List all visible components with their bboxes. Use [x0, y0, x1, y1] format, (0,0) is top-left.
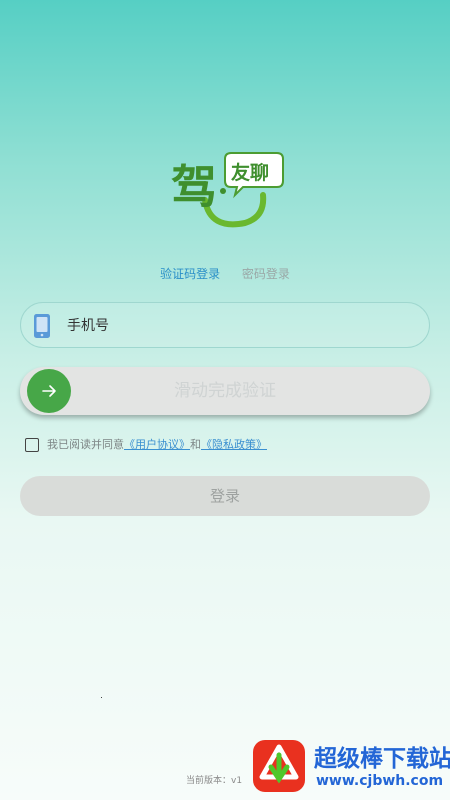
- version-label: 当前版本：v1: [186, 776, 243, 786]
- watermark-url: www.cjbwh.com: [316, 773, 444, 789]
- tab-sms-code-login[interactable]: 验证码登录: [160, 265, 220, 282]
- watermark-title: 超级棒下载站: [314, 746, 450, 772]
- privacy-policy-link[interactable]: 《隐私政策》: [201, 438, 267, 451]
- slide-verification: 滑动完成验证: [20, 367, 430, 415]
- arrow-right-icon: [42, 385, 56, 397]
- slide-verification-label: 滑动完成验证: [174, 381, 276, 401]
- divider-dot: [101, 697, 102, 698]
- slider-handle[interactable]: [27, 369, 71, 413]
- tab-password-login[interactable]: 密码登录: [242, 265, 290, 282]
- phone-field: [20, 302, 430, 349]
- site-watermark: 超级棒下载站 www.cjbwh.com: [250, 737, 450, 797]
- app-logo: 驾 友聊: [165, 145, 285, 235]
- watermark-logo-icon: [253, 740, 305, 792]
- agreement-checkbox[interactable]: [25, 438, 39, 452]
- agreement-conjunction: 和: [190, 438, 201, 451]
- login-button[interactable]: 登录: [20, 476, 430, 516]
- user-agreement-link[interactable]: 《用户协议》: [124, 438, 190, 451]
- phone-number-input[interactable]: [65, 303, 419, 349]
- logo-bubble-text: 友聊: [231, 161, 269, 184]
- logo-main-char: 驾: [171, 160, 217, 214]
- agreement-prefix: 我已阅读并同意: [47, 438, 124, 451]
- phone-icon: [33, 313, 51, 339]
- login-mode-tabs: 验证码登录 密码登录: [0, 265, 450, 282]
